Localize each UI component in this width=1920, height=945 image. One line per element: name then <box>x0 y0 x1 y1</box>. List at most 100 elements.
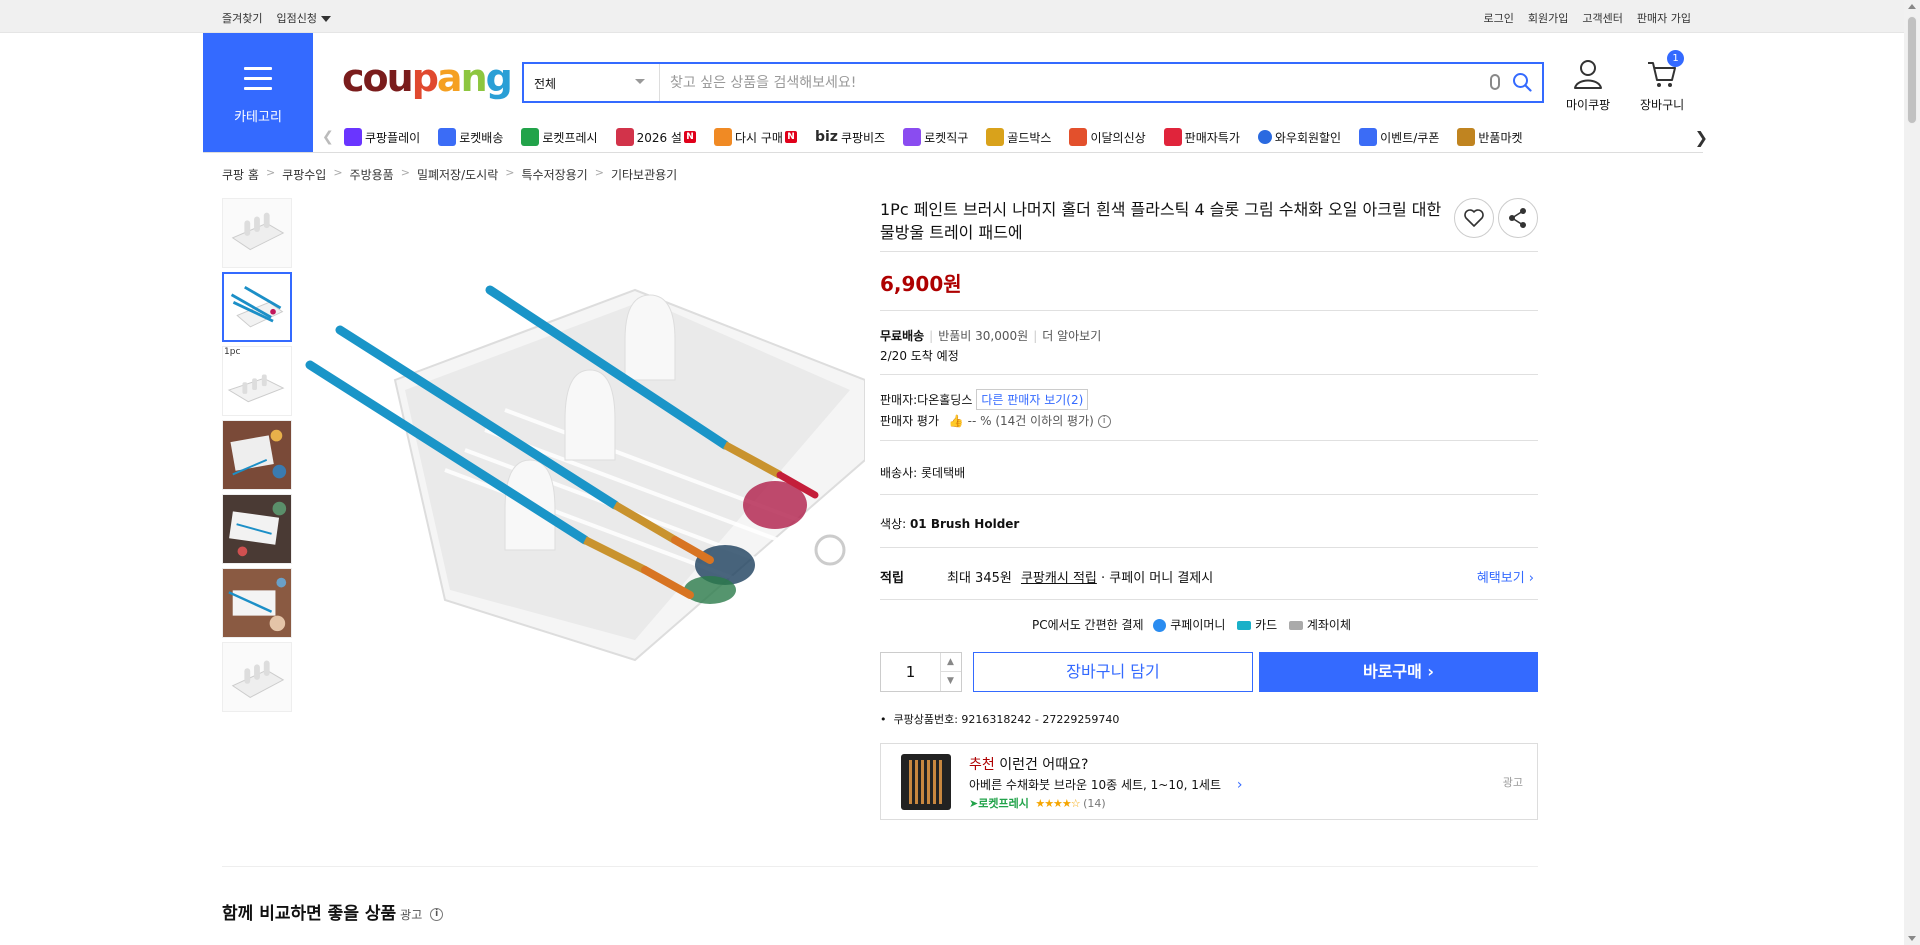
rocket-fresh-badge: ➤로켓프레시 <box>969 797 1029 810</box>
nav-next-icon[interactable]: ❯ <box>1695 128 1708 147</box>
breadcrumb-separator-icon: > <box>265 166 276 179</box>
other-sellers-button[interactable]: 다른 판매자 보기(2) <box>976 389 1089 410</box>
seller-name[interactable]: 다온홀딩스 <box>917 393 972 407</box>
category-nav-item[interactable]: 반품마켓 <box>1457 128 1523 146</box>
divider <box>880 374 1538 375</box>
scrollbar-thumb[interactable] <box>1907 16 1917 124</box>
quantity-decrease-icon[interactable]: ▼ <box>940 672 961 691</box>
breadcrumb-separator-icon: > <box>505 166 515 179</box>
share-button[interactable] <box>1498 198 1538 238</box>
customer-center-link[interactable]: 고객센터 <box>1582 10 1622 26</box>
thumbnail-3[interactable]: 1pc <box>222 346 292 416</box>
seller-rating-value: -- % (14건 이하의 평가) <box>967 414 1094 428</box>
category-nav-icon <box>713 128 732 146</box>
seller-apply-label: 입점신청 <box>276 12 317 25</box>
buy-now-button[interactable]: 바로구매 › <box>1259 652 1538 692</box>
category-nav-icon <box>521 128 540 146</box>
buy-now-label: 바로구매 <box>1362 662 1422 681</box>
category-nav-label: 판매자특가 <box>1184 130 1240 145</box>
cart-button[interactable]: 1 장바구니 <box>1640 50 1684 113</box>
wishlist-button[interactable] <box>1454 198 1494 238</box>
thumbnail-5[interactable] <box>222 494 292 564</box>
breadcrumb-link[interactable]: 주방용품 <box>350 166 394 183</box>
category-nav-item[interactable]: 쿠팡플레이 <box>344 128 420 146</box>
category-nav-icon <box>615 128 634 146</box>
thumbnail-7[interactable] <box>222 642 292 712</box>
thumbnail-1[interactable] <box>222 198 292 268</box>
breadcrumb-link[interactable]: 특수저장용기 <box>521 166 587 183</box>
quantity-stepper: 1 ▲ ▼ <box>880 652 962 692</box>
nav-prev-icon[interactable]: ❮ <box>322 129 334 145</box>
logo-letter: a <box>436 56 463 100</box>
category-nav-label: 골드박스 <box>1007 130 1052 145</box>
thumbnail-2[interactable] <box>222 272 292 342</box>
breadcrumb-link[interactable]: 쿠팡수입 <box>282 166 326 183</box>
category-nav-label: 2026 설 <box>636 130 682 145</box>
reward-label: 적립 <box>880 571 904 586</box>
mycoupang-label: 마이쿠팡 <box>1566 98 1611 112</box>
recommended-product-name[interactable]: 아베른 수채화붓 브라운 10종 세트, 1~10, 1세트 › <box>969 776 1242 793</box>
thumbs-up-icon: 👍 <box>948 414 964 428</box>
category-nav-item[interactable]: 골드박스 <box>986 128 1051 146</box>
section-title-text: 함께 비교하면 좋을 상품 <box>222 904 397 924</box>
add-to-cart-button[interactable]: 장바구니 담기 <box>973 652 1253 692</box>
category-nav-item[interactable]: biz 쿠팡비즈 <box>815 128 885 146</box>
coupang-logo[interactable]: coupang <box>342 56 513 100</box>
category-nav-item[interactable]: 다시 구매 N <box>713 128 797 146</box>
category-nav-item[interactable]: 로켓프레시 <box>521 128 598 146</box>
category-nav-label: 쿠팡플레이 <box>365 130 421 145</box>
seller-rating-row: 판매자 평가 👍 -- % (14건 이하의 평가) i <box>880 412 1111 429</box>
review-count: (14) <box>1083 797 1106 810</box>
category-nav-list: 쿠팡플레이 로켓배송 로켓프레시 2026 설 N 다시 구매 N biz 쿠팡비즈 로켓직구 골드… <box>344 128 1541 146</box>
breadcrumb-link[interactable]: 기타보관용기 <box>611 166 677 183</box>
logo-letter: n <box>460 56 488 100</box>
thumbnail-4[interactable] <box>222 420 292 490</box>
thumbnail-6[interactable] <box>222 568 292 638</box>
category-nav-icon <box>344 128 362 146</box>
search-input[interactable] <box>670 64 1470 101</box>
dropdown-arrow-icon <box>635 79 645 84</box>
product-main-image[interactable] <box>305 220 865 700</box>
recommend-tag: 추천 <box>969 757 995 773</box>
signup-link[interactable]: 회원가입 <box>1528 10 1568 26</box>
category-nav-item[interactable]: 와우회원할인 <box>1257 128 1341 146</box>
category-menu-button[interactable]: 카테고리 <box>203 33 313 152</box>
search-icon[interactable] <box>1512 72 1532 92</box>
category-nav-icon <box>1457 128 1476 146</box>
category-nav-item[interactable]: 판매자특가 <box>1163 128 1240 146</box>
quantity-increase-icon[interactable]: ▲ <box>940 653 961 672</box>
breadcrumb-separator-icon: > <box>400 166 410 179</box>
hamburger-icon <box>244 67 272 97</box>
scroll-up-icon[interactable] <box>1908 4 1916 9</box>
recommendation-card[interactable]: 추천 이런건 어때요? 아베른 수채화붓 브라운 10종 세트, 1~10, 1… <box>880 743 1538 820</box>
coupang-cash-link[interactable]: 쿠팡캐시 적립 <box>1021 571 1097 586</box>
page-scrollbar[interactable] <box>1904 0 1920 945</box>
benefit-link[interactable]: 혜택보기 › <box>1477 567 1534 586</box>
more-info-link[interactable]: 더 알아보기 <box>1042 329 1101 343</box>
color-option-row[interactable]: 색상: 01 Brush Holder <box>880 515 1019 532</box>
divider <box>880 494 1538 495</box>
breadcrumb-link[interactable]: 쿠팡 홈 <box>222 166 259 183</box>
arrival-date: 2/20 도착 예정 <box>880 349 959 363</box>
category-nav-item[interactable]: 로켓직구 <box>903 128 968 146</box>
quantity-input[interactable]: 1 <box>881 653 941 691</box>
microphone-icon[interactable] <box>1490 74 1500 90</box>
category-nav-item[interactable]: 2026 설N <box>615 128 696 146</box>
seller-apply-link[interactable]: 입점신청 <box>276 10 331 26</box>
category-nav-item[interactable]: 이벤트/쿠폰 <box>1359 128 1439 146</box>
info-icon[interactable]: i <box>1097 415 1111 428</box>
seller-signup-link[interactable]: 판매자 가입 <box>1637 10 1691 26</box>
search-category-select[interactable]: 전체 <box>524 64 660 101</box>
seller-rating-label: 판매자 평가 <box>880 414 940 428</box>
category-nav-item[interactable]: 이달의신상 <box>1069 128 1146 146</box>
pay-method-coupay: 쿠페이머니 <box>1170 618 1226 632</box>
category-nav-item[interactable]: 로켓배송 <box>438 128 503 146</box>
info-icon[interactable]: i <box>430 907 444 921</box>
scroll-down-icon[interactable] <box>1908 936 1916 941</box>
reward-row: 적립 최대 345원 쿠팡캐시 적립 · 쿠페이 머니 결제시 혜택보기 › <box>880 567 1538 586</box>
breadcrumb-link[interactable]: 밀폐저장/도시락 <box>417 166 498 183</box>
login-link[interactable]: 로그인 <box>1484 10 1514 26</box>
mycoupang-button[interactable]: 마이쿠팡 <box>1566 58 1610 113</box>
bookmark-link[interactable]: 즐겨찾기 <box>222 10 262 26</box>
reward-detail: 최대 345원 쿠팡캐시 적립 · 쿠페이 머니 결제시 <box>947 567 1213 586</box>
